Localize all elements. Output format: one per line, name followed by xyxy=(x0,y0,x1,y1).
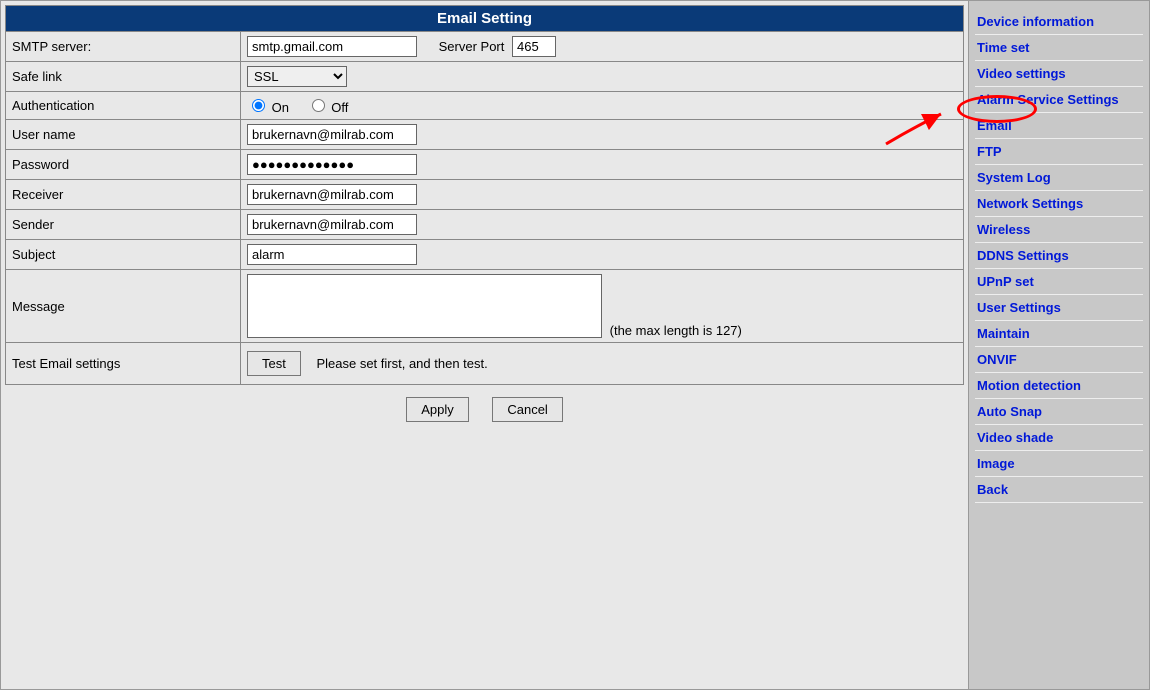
sidebar-nav: Device information Time set Video settin… xyxy=(969,1,1149,689)
button-row: Apply Cancel xyxy=(5,385,964,434)
sender-label: Sender xyxy=(6,210,241,240)
sidebar-item-onvif[interactable]: ONVIF xyxy=(975,347,1143,373)
username-input[interactable] xyxy=(247,124,417,145)
subject-input[interactable] xyxy=(247,244,417,265)
sidebar-item-ftp[interactable]: FTP xyxy=(975,139,1143,165)
sidebar-item-user-settings[interactable]: User Settings xyxy=(975,295,1143,321)
message-note: (the max length is 127) xyxy=(610,323,742,338)
password-input[interactable] xyxy=(247,154,417,175)
receiver-label: Receiver xyxy=(6,180,241,210)
sidebar-item-network-settings[interactable]: Network Settings xyxy=(975,191,1143,217)
sidebar-item-system-log[interactable]: System Log xyxy=(975,165,1143,191)
subject-label: Subject xyxy=(6,240,241,270)
smtp-label: SMTP server: xyxy=(6,32,241,62)
auth-on-option[interactable]: On xyxy=(247,100,293,115)
server-port-label: Server Port xyxy=(439,39,505,54)
auth-off-radio[interactable] xyxy=(312,99,325,112)
auth-label: Authentication xyxy=(6,92,241,120)
apply-button[interactable]: Apply xyxy=(406,397,469,422)
test-hint: Please set first, and then test. xyxy=(316,356,487,371)
email-settings-table: Email Setting SMTP server: Server Port S… xyxy=(5,5,964,385)
sidebar-item-video-shade[interactable]: Video shade xyxy=(975,425,1143,451)
auth-off-option[interactable]: Off xyxy=(307,100,349,115)
message-label: Message xyxy=(6,270,241,343)
sender-input[interactable] xyxy=(247,214,417,235)
cancel-button[interactable]: Cancel xyxy=(492,397,562,422)
sidebar-item-wireless[interactable]: Wireless xyxy=(975,217,1143,243)
sidebar-item-auto-snap[interactable]: Auto Snap xyxy=(975,399,1143,425)
sidebar-item-upnp-set[interactable]: UPnP set xyxy=(975,269,1143,295)
sidebar-item-back[interactable]: Back xyxy=(975,477,1143,503)
test-button[interactable]: Test xyxy=(247,351,301,376)
sidebar-item-alarm-service-settings[interactable]: Alarm Service Settings xyxy=(975,87,1143,113)
smtp-server-input[interactable] xyxy=(247,36,417,57)
message-textarea[interactable] xyxy=(247,274,602,338)
safe-link-select[interactable]: SSL xyxy=(247,66,347,87)
page-title: Email Setting xyxy=(6,6,964,32)
username-label: User name xyxy=(6,120,241,150)
sidebar-item-motion-detection[interactable]: Motion detection xyxy=(975,373,1143,399)
sidebar-item-email[interactable]: Email xyxy=(975,113,1143,139)
password-label: Password xyxy=(6,150,241,180)
auth-on-radio[interactable] xyxy=(252,99,265,112)
receiver-input[interactable] xyxy=(247,184,417,205)
sidebar-item-time-set[interactable]: Time set xyxy=(975,35,1143,61)
sidebar-item-video-settings[interactable]: Video settings xyxy=(975,61,1143,87)
test-label: Test Email settings xyxy=(6,343,241,385)
sidebar-item-ddns-settings[interactable]: DDNS Settings xyxy=(975,243,1143,269)
sidebar-item-image[interactable]: Image xyxy=(975,451,1143,477)
sidebar-item-maintain[interactable]: Maintain xyxy=(975,321,1143,347)
server-port-input[interactable] xyxy=(512,36,556,57)
sidebar-item-device-information[interactable]: Device information xyxy=(975,9,1143,35)
safe-link-label: Safe link xyxy=(6,62,241,92)
